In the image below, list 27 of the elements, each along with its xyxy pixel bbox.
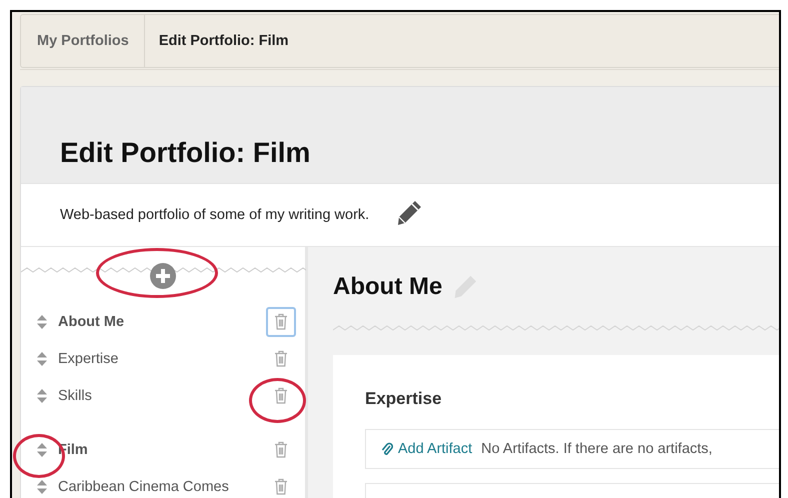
page-title[interactable]: About Me — [58, 314, 266, 330]
add-page-icon[interactable] — [150, 263, 176, 289]
trash-icon — [274, 387, 288, 404]
delete-button[interactable] — [266, 306, 296, 336]
add-artifact-link[interactable]: Add Artifact — [381, 441, 472, 457]
drag-handle-icon[interactable] — [36, 314, 48, 330]
empty-message: No Artifacts. If there are no artifacts, — [481, 441, 712, 457]
breadcrumb-link[interactable]: Edit Portfolio: Film — [144, 15, 303, 67]
section-title[interactable]: Skills — [58, 388, 266, 404]
trash-icon — [274, 441, 288, 458]
section-title[interactable]: Caribbean Cinema Comes — [58, 478, 266, 494]
drag-handle-icon[interactable] — [36, 478, 48, 494]
page-heading: About Me — [333, 273, 442, 301]
highlight-ellipse — [249, 378, 306, 423]
trash-icon — [274, 313, 288, 330]
drag-handle-icon[interactable] — [36, 388, 48, 404]
trash-icon — [274, 350, 288, 367]
section-title[interactable]: Expertise — [58, 350, 266, 366]
drag-handle-icon[interactable] — [36, 442, 48, 458]
portfolio-title: Edit Portfolio: Film — [60, 137, 310, 169]
portfolio-description: Web-based portfolio of some of my writing work. — [60, 207, 370, 223]
pencil-icon[interactable] — [395, 199, 424, 227]
breadcrumb-link[interactable]: My Portfolios — [21, 15, 145, 67]
trash-icon — [274, 478, 288, 495]
paperclip-icon — [381, 442, 393, 456]
drag-handle-icon[interactable] — [36, 350, 48, 366]
section-heading: Expertise — [365, 389, 443, 409]
